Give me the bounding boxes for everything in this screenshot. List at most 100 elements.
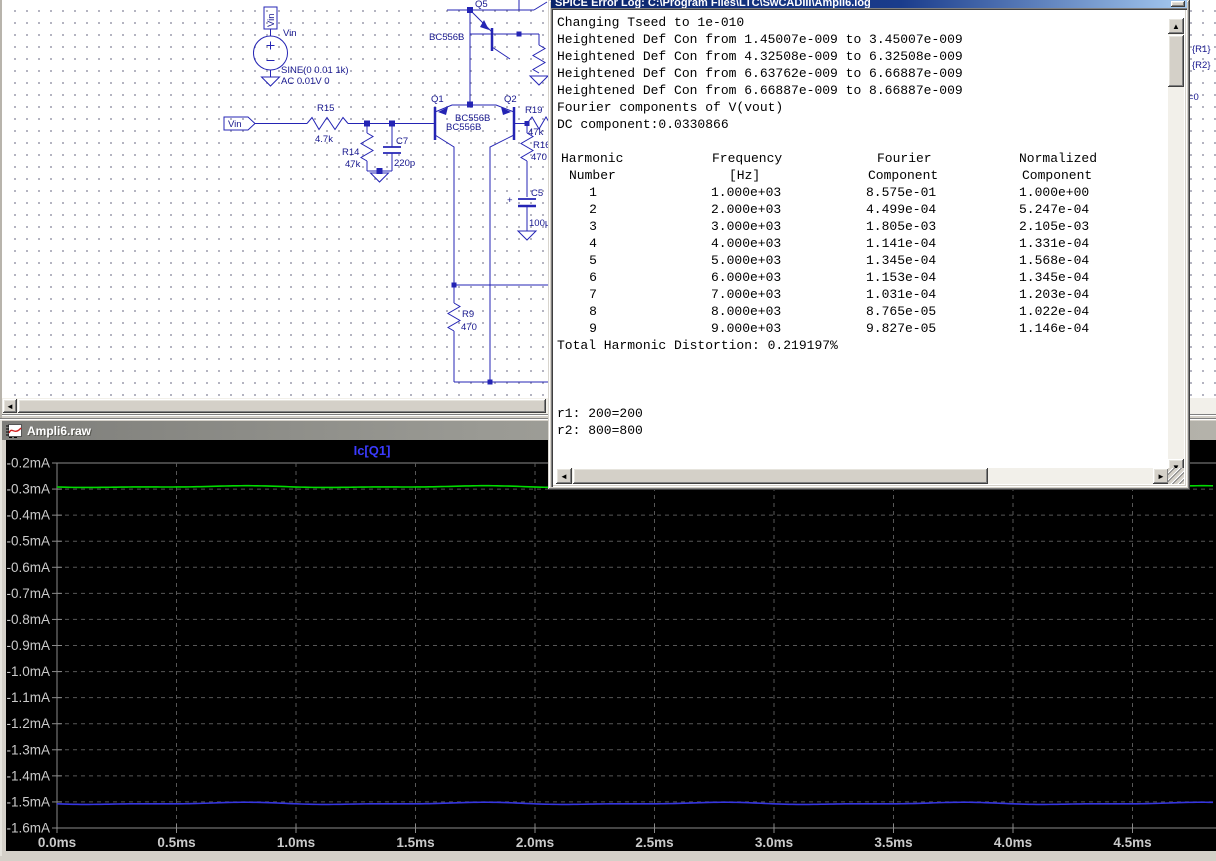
scroll-up-button[interactable]: ▲ xyxy=(1168,18,1184,34)
component-r9[interactable]: R9 470 xyxy=(448,283,562,385)
log-window-title: SPICE Error Log: C:\Program Files\LTC\Sw… xyxy=(555,0,871,8)
svg-text:470: 470 xyxy=(461,322,477,333)
fourier-row: 55.000e+031.345e-041.568e-04 xyxy=(557,252,1168,269)
waveform-window-title: Ampli6.raw xyxy=(27,424,91,438)
waveform-plot[interactable]: -0.2mA -0.3mA -0.4mA -0.5mA -0.6mA -0.7mA -0.8… xyxy=(6,440,1216,856)
resize-grip[interactable] xyxy=(1168,468,1184,484)
y-axis-label: -0.2mA xyxy=(6,456,50,471)
component-q1[interactable]: Q1 BC556B xyxy=(431,94,481,303)
y-axis-label: -0.9mA xyxy=(6,638,50,653)
spice-error-log-window: SPICE Error Log: C:\Program Files\LTC\Sw… xyxy=(548,0,1190,490)
svg-text:R19: R19 xyxy=(525,105,542,116)
y-axis-label: -1.1mA xyxy=(6,690,50,705)
y-axis-label: -1.5mA xyxy=(6,794,50,809)
component-bias-resistor[interactable] xyxy=(492,32,548,86)
fourier-row: 88.000e+038.765e-051.022e-04 xyxy=(557,303,1168,320)
x-axis-label: 4.5ms xyxy=(1113,835,1151,850)
log-client-area: Changing Tseed to 1e-010 Heightened Def … xyxy=(551,8,1187,487)
component-c5[interactable]: + C5 100µ xyxy=(507,188,551,240)
log-text: Changing Tseed to 1e-010 Heightened Def … xyxy=(553,10,1168,468)
fourier-row: 33.000e+031.805e-032.105e-03 xyxy=(557,218,1168,235)
scroll-right-button[interactable]: ► xyxy=(1153,468,1169,484)
svg-text:Q2: Q2 xyxy=(504,94,517,105)
waveform-icon xyxy=(6,424,22,438)
x-axis-label: 4.0ms xyxy=(994,835,1032,850)
log-lines-bottom: r1: 200=200 r2: 800=800 xyxy=(557,354,1168,439)
svg-text:BC556B: BC556B xyxy=(429,32,464,43)
log-vscrollbar[interactable]: ▲ ▼ xyxy=(1168,18,1184,475)
x-axis-label: 1.5ms xyxy=(396,835,434,850)
x-axis-label: 3.0ms xyxy=(755,835,793,850)
x-axis-label: 1.0ms xyxy=(277,835,315,850)
x-axis-label: 0.5ms xyxy=(157,835,195,850)
param-text-r1: {R1} xyxy=(1192,44,1211,55)
y-axis-label: -1.0mA xyxy=(6,664,50,679)
scroll-thumb[interactable] xyxy=(1168,35,1184,87)
fourier-table: 11.000e+038.575e-011.000e+0022.000e+034.… xyxy=(557,184,1168,337)
fourier-row: 22.000e+034.499e-045.247e-04 xyxy=(557,201,1168,218)
y-axis-label: -0.3mA xyxy=(6,482,50,497)
svg-text:Q5: Q5 xyxy=(475,0,488,10)
port-flag-vin[interactable]: Vin xyxy=(224,117,255,130)
y-axis-label: -1.6mA xyxy=(6,821,50,836)
plot-canvas[interactable]: -0.2mA -0.3mA -0.4mA -0.5mA -0.6mA -0.7mA -0.8… xyxy=(6,440,1216,856)
log-lines-top: Changing Tseed to 1e-010 Heightened Def … xyxy=(557,14,1168,150)
x-axis-label: 0.0ms xyxy=(38,835,76,850)
emitter-arrow-icon xyxy=(501,107,511,115)
svg-text:4.7k: 4.7k xyxy=(315,134,333,145)
svg-text:Vin: Vin xyxy=(266,13,277,27)
wire[interactable] xyxy=(534,2,547,10)
svg-text:C5: C5 xyxy=(531,188,543,199)
y-axis-label: -0.5mA xyxy=(6,534,50,549)
ground-icon xyxy=(530,76,548,85)
ground-icon xyxy=(262,77,280,86)
y-axis-label: -1.3mA xyxy=(6,742,50,757)
fourier-header-row-1: Harmonic Frequency Fourier Normalized xyxy=(557,150,1168,167)
x-axis-label: 2.0ms xyxy=(516,835,554,850)
ground-icon xyxy=(518,231,536,240)
svg-text:47k: 47k xyxy=(345,159,361,170)
y-axis-label: -0.6mA xyxy=(6,560,50,575)
svg-text:R15: R15 xyxy=(317,103,334,114)
svg-text:470: 470 xyxy=(531,152,547,163)
log-hscrollbar[interactable]: ◄ ► xyxy=(556,468,1169,484)
fourier-row: 11.000e+038.575e-011.000e+00 xyxy=(557,184,1168,201)
scroll-thumb[interactable] xyxy=(18,399,546,413)
component-voltage-source-vin[interactable]: Vin Vin SINE(0 0.01 1k) AC 0.01V 0 xyxy=(254,7,349,87)
svg-text:Vin: Vin xyxy=(228,119,242,130)
x-axis-label: 2.5ms xyxy=(635,835,673,850)
thd-line: Total Harmonic Distortion: 0.219197% xyxy=(557,337,1168,354)
svg-text:Q1: Q1 xyxy=(431,94,444,105)
fourier-row: 77.000e+031.031e-041.203e-04 xyxy=(557,286,1168,303)
svg-text:47k: 47k xyxy=(528,127,544,138)
scroll-left-button[interactable]: ◄ xyxy=(3,399,17,413)
y-axis-label: -1.2mA xyxy=(6,716,50,731)
y-axis-label: -0.4mA xyxy=(6,508,50,523)
y-axis-label: -0.8mA xyxy=(6,612,50,627)
svg-text:R9: R9 xyxy=(462,309,474,320)
junction-dot xyxy=(517,32,522,37)
svg-text:+: + xyxy=(507,195,513,206)
y-axis-label: -0.7mA xyxy=(6,586,50,601)
svg-text:R14: R14 xyxy=(342,147,359,158)
component-r15[interactable]: R15 4.7k xyxy=(307,103,348,145)
ground-icon xyxy=(371,173,389,182)
component-r14[interactable]: R14 47k xyxy=(342,124,373,172)
fourier-row: 66.000e+031.153e-041.345e-04 xyxy=(557,269,1168,286)
svg-text:AC 0.01V 0: AC 0.01V 0 xyxy=(281,76,330,87)
fourier-row: 44.000e+031.141e-041.331e-04 xyxy=(557,235,1168,252)
svg-text:BC556B: BC556B xyxy=(455,113,490,124)
trace-label[interactable]: Ic[Q1] xyxy=(354,443,391,458)
fourier-header-row-2: Number [Hz] Component Component xyxy=(557,167,1168,184)
scroll-thumb[interactable] xyxy=(573,468,988,484)
component-q2[interactable]: Q2 BC556B xyxy=(455,94,527,382)
scroll-left-button[interactable]: ◄ xyxy=(556,468,572,484)
svg-text:C7: C7 xyxy=(396,136,408,147)
component-c7[interactable]: C7 220p xyxy=(383,124,415,172)
close-button[interactable] xyxy=(1171,1,1185,7)
y-axis-label: -1.4mA xyxy=(6,768,50,783)
x-axis-label: 3.5ms xyxy=(874,835,912,850)
param-text-r2: {R2} xyxy=(1192,60,1211,71)
log-titlebar[interactable]: SPICE Error Log: C:\Program Files\LTC\Sw… xyxy=(551,0,1187,8)
svg-text:Vin: Vin xyxy=(283,28,297,39)
